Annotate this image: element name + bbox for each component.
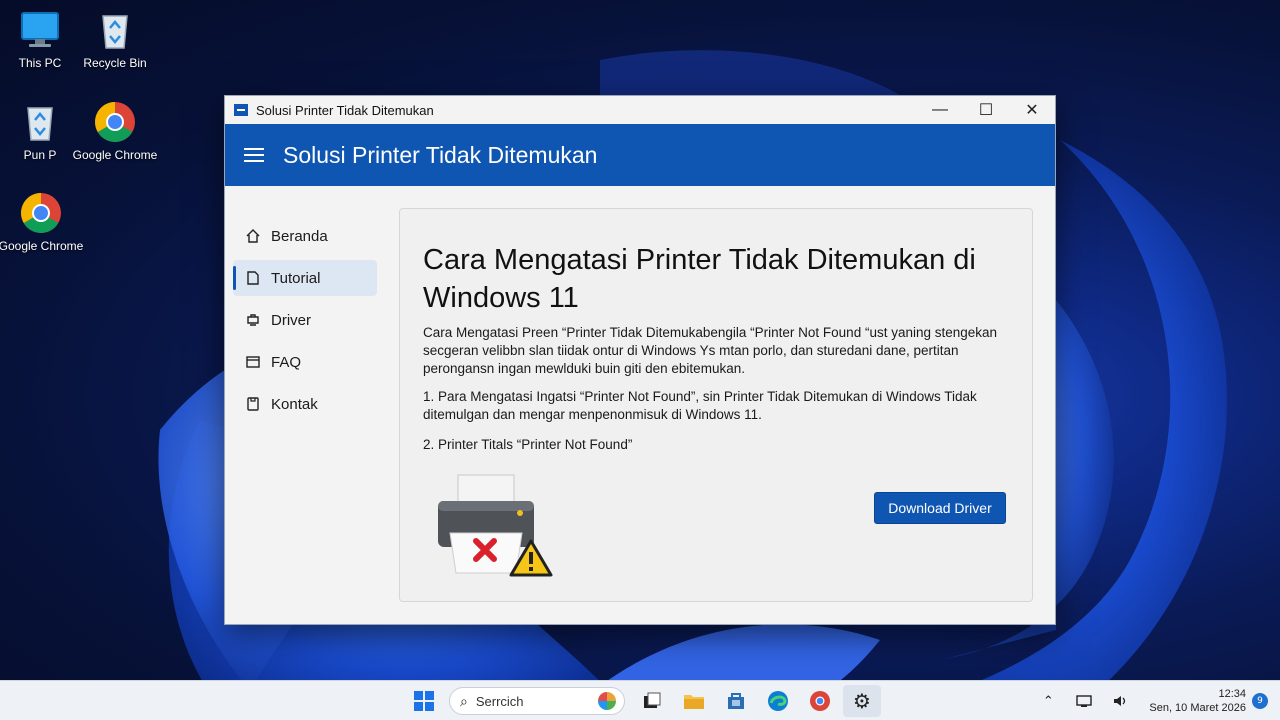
printer-error-illustration	[436, 473, 556, 578]
sidebar-item-label: Tutorial	[271, 269, 321, 287]
window-titlebar[interactable]: Solusi Printer Tidak Ditemukan — ☐ ✕	[225, 96, 1055, 124]
desktop-icon-google-chrome[interactable]: Google Chrome	[0, 191, 86, 253]
edge-button[interactable]	[759, 685, 797, 717]
intro-paragraph: Cara Mengatasi Preen “Printer Tidak Dite…	[423, 325, 998, 376]
maximize-button[interactable]: ☐	[963, 96, 1009, 124]
driver-icon	[245, 312, 261, 328]
folder-icon	[684, 695, 704, 709]
chevron-up-icon[interactable]: ⌃	[1033, 686, 1063, 716]
chrome-taskbar-button[interactable]	[801, 685, 839, 717]
document-icon	[245, 270, 261, 286]
search-placeholder: Serrcich	[475, 693, 524, 709]
sidebar-item-tutorial[interactable]: Tutorial	[233, 260, 377, 296]
app-header: Solusi Printer Tidak Ditemukan	[225, 124, 1055, 186]
sidebar-nav: Beranda Tutorial Driver FAQ Kontak	[233, 218, 377, 428]
recycle-bin-icon	[18, 100, 62, 144]
sidebar-item-label: Beranda	[271, 227, 328, 245]
taskbar: ⌕ Serrcich ⚙ ⌃ 12:34 Sen, 10 Maret 2026 …	[0, 680, 1280, 720]
download-driver-button[interactable]: Download Driver	[874, 492, 1006, 524]
chrome-icon	[93, 100, 137, 144]
clock-date: Sen, 10 Maret 2026	[1149, 702, 1246, 714]
sidebar-item-kontak[interactable]: Kontak	[233, 386, 377, 422]
desktop-icon-label: Google Chrome	[72, 148, 158, 162]
app-icon	[234, 104, 248, 116]
window-title: Solusi Printer Tidak Ditemukan	[256, 102, 434, 118]
search-highlight-icon	[598, 692, 616, 710]
minimize-button[interactable]: —	[917, 96, 963, 124]
hamburger-menu-icon[interactable]	[244, 144, 264, 166]
store-button[interactable]	[717, 685, 755, 717]
desktop-icon-recycle-bin[interactable]: Recycle Bin	[70, 8, 160, 70]
store-icon	[728, 693, 744, 709]
task-view-button[interactable]	[633, 685, 671, 717]
article-heading: Cara Mengatasi Printer Tidak Ditemukan d…	[423, 244, 976, 314]
tutorial-card: Cara Mengatasi Printer Tidak Ditemukan d…	[399, 208, 1033, 602]
sidebar-item-label: Kontak	[271, 395, 318, 413]
home-icon	[245, 228, 261, 244]
sidebar-item-label: FAQ	[271, 353, 302, 371]
notification-badge[interactable]: 9	[1252, 693, 1268, 709]
start-button[interactable]	[405, 685, 443, 717]
sidebar-item-driver[interactable]: Driver	[233, 302, 377, 338]
monitor-icon	[18, 8, 62, 52]
task-view-icon	[644, 692, 661, 708]
search-icon: ⌕	[460, 692, 468, 709]
taskbar-search-box[interactable]: ⌕ Serrcich	[449, 687, 625, 715]
desktop-icon-label: Google Chrome	[0, 239, 84, 253]
chrome-icon	[19, 191, 63, 235]
volume-icon[interactable]	[1105, 686, 1135, 716]
contact-icon	[245, 396, 261, 412]
taskbar-clock[interactable]: 12:34 Sen, 10 Maret 2026	[1149, 687, 1246, 715]
settings-button[interactable]: ⚙	[843, 685, 881, 717]
chrome-icon	[810, 691, 830, 711]
taskbar-apps: ⌕ Serrcich ⚙	[405, 685, 885, 717]
desktop-icon-google-chrome[interactable]: Google Chrome	[70, 100, 160, 162]
system-tray: ⌃ 12:34 Sen, 10 Maret 2026 9	[1033, 681, 1280, 720]
sidebar-item-beranda[interactable]: Beranda	[233, 218, 377, 254]
gear-icon: ⚙	[853, 689, 871, 713]
close-button[interactable]: ✕	[1009, 96, 1055, 124]
sidebar-item-faq[interactable]: FAQ	[233, 344, 377, 380]
app-window: Solusi Printer Tidak Ditemukan — ☐ ✕ Sol…	[224, 95, 1056, 625]
recycle-bin-icon	[93, 8, 137, 52]
step-two-text: 2. Printer Titals “Printer Not Found”	[423, 437, 633, 452]
network-icon[interactable]	[1069, 686, 1099, 716]
sidebar-item-label: Driver	[271, 311, 311, 329]
windows-logo-icon	[414, 691, 434, 711]
step-one-text: 1. Para Mengatasi Ingatsi “Printer Not F…	[423, 389, 977, 422]
faq-icon	[245, 354, 261, 370]
edge-icon	[768, 691, 788, 711]
file-explorer-button[interactable]	[675, 685, 713, 717]
clock-time: 12:34	[1218, 688, 1246, 700]
desktop-icon-label: Recycle Bin	[83, 56, 147, 70]
app-title: Solusi Printer Tidak Ditemukan	[283, 141, 598, 168]
